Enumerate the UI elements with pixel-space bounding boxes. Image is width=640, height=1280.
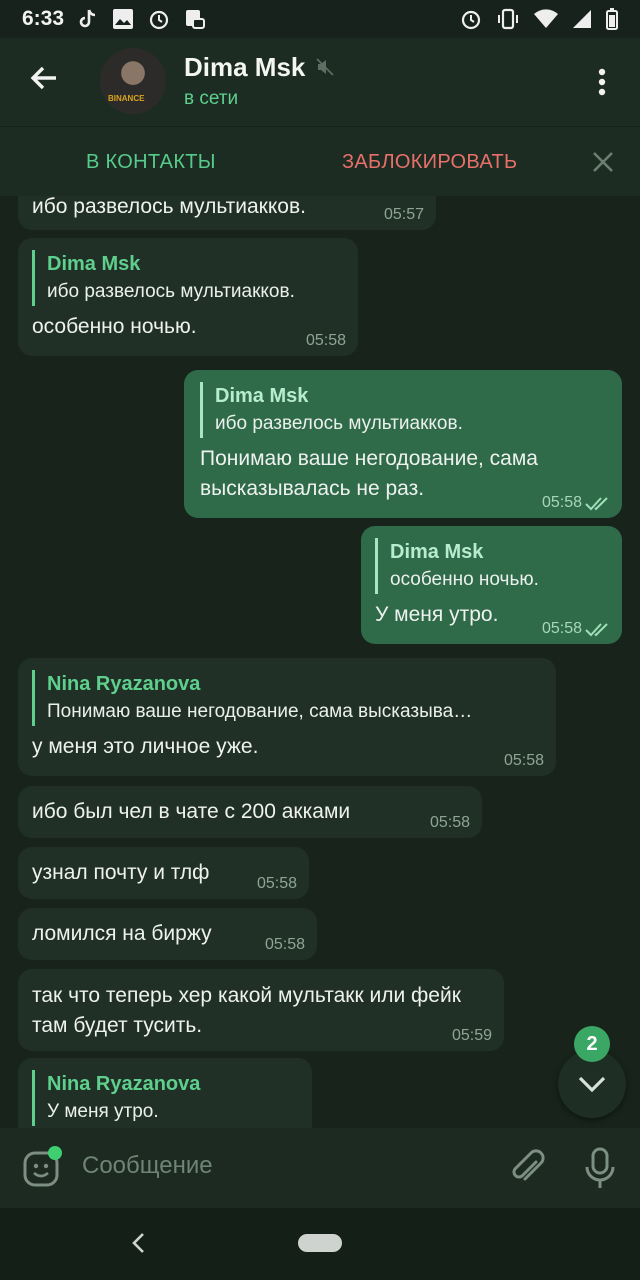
status-time: 6:33 [22, 7, 65, 30]
message-text: ибо был чел в чате с 200 акками [32, 800, 351, 823]
double-check-icon [585, 497, 608, 511]
message-text: узнал почту и тлф [32, 861, 210, 884]
message-outgoing[interactable]: Dima Msk особенно ночью. У меня утро. 05… [361, 526, 622, 644]
reply-text: Понимаю ваше негодование, сама высказыва… [47, 701, 473, 722]
reply-author: Nina Ryazanova [47, 673, 201, 695]
message-incoming[interactable]: Nina Ryazanova Понимаю ваше негодование,… [18, 658, 556, 776]
message-incoming[interactable]: Nina Ryazanova У меня утро. [18, 1058, 312, 1128]
message-time: 05:58 [264, 936, 305, 953]
message-incoming[interactable]: узнал почту и тлф 05:58 [18, 847, 309, 899]
reply-text: особенно ночью. [390, 569, 539, 590]
paperclip-icon[interactable] [508, 1148, 548, 1188]
muted-speaker-icon [316, 58, 334, 76]
reply-quote[interactable]: Nina Ryazanova У меня утро. [32, 1070, 298, 1126]
double-check-icon [585, 623, 608, 637]
message-time: 05:59 [451, 1027, 492, 1044]
message-time: 05:57 [383, 206, 424, 223]
close-icon[interactable] [590, 149, 616, 175]
alarm-icon [149, 10, 169, 30]
chat-header: BINANCE Dima Msk в сети [0, 38, 640, 126]
reply-text: ибо развелось мультиакков. [47, 281, 295, 302]
message-text: так что теперь хер какой мультакк или фе… [32, 984, 461, 1037]
system-nav-bar [0, 1208, 640, 1280]
reply-quote[interactable]: Dima Msk ибо развелось мультиакков. [200, 382, 606, 438]
message-text: у меня это личное уже. [32, 735, 259, 758]
message-text: особенно ночью. [32, 315, 197, 338]
message-incoming[interactable]: Dima Msk ибо развелось мультиакков. особ… [18, 238, 358, 356]
message-input[interactable]: Сообщение [82, 1152, 213, 1180]
nav-home-pill[interactable] [298, 1234, 342, 1252]
avatar-logo: BINANCE [108, 94, 145, 103]
unread-badge: 2 [574, 1026, 610, 1062]
reply-text: У меня утро. [47, 1101, 159, 1122]
arrow-left-icon[interactable] [26, 60, 62, 96]
notification-stack-icon [186, 10, 206, 29]
message-incoming[interactable]: ибо развелось мультиакков. 05:57 [18, 196, 436, 230]
more-vert-icon[interactable] [590, 66, 614, 98]
tiktok-icon [79, 9, 96, 28]
message-text: Понимаю ваше негодование, сама высказыва… [200, 447, 538, 500]
chat-title[interactable]: Dima Msk [184, 52, 305, 83]
message-text: ломился на биржу [32, 922, 212, 945]
status-bar: 6:33 [0, 0, 640, 38]
add-contact-button[interactable]: В КОНТАКТЫ [86, 151, 216, 174]
message-input-bar: Сообщение [0, 1128, 640, 1208]
message-outgoing[interactable]: Dima Msk ибо развелось мультиакков. Пони… [184, 370, 622, 518]
new-contact-action-bar: В КОНТАКТЫ ЗАБЛОКИРОВАТЬ [0, 126, 640, 197]
message-incoming[interactable]: так что теперь хер какой мультакк или фе… [18, 969, 504, 1051]
reply-text: ибо развелось мультиакков. [215, 413, 463, 434]
online-status: в сети [184, 88, 239, 109]
vibrate-icon [498, 8, 518, 30]
reply-author: Dima Msk [47, 253, 141, 275]
alarm-icon [461, 10, 481, 30]
block-user-button[interactable]: ЗАБЛОКИРОВАТЬ [342, 151, 517, 174]
reply-author: Nina Ryazanova [47, 1073, 201, 1095]
message-time: 05:58 [541, 620, 582, 637]
message-list[interactable]: ибо развелось мультиакков. 05:57 Dima Ms… [0, 196, 640, 1128]
nav-back-icon[interactable] [128, 1230, 150, 1256]
wifi-icon [534, 9, 558, 28]
battery-icon [606, 8, 618, 30]
message-time: 05:58 [541, 494, 582, 511]
reply-quote[interactable]: Dima Msk особенно ночью. [375, 538, 608, 594]
reply-author: Dima Msk [390, 541, 484, 563]
message-time: 05:58 [429, 814, 470, 831]
new-stickers-dot [48, 1146, 62, 1160]
reply-quote[interactable]: Dima Msk ибо развелось мультиакков. [32, 250, 344, 306]
message-incoming[interactable]: ибо был чел в чате с 200 акками 05:58 [18, 786, 482, 838]
reply-author: Dima Msk [215, 385, 309, 407]
message-text: ибо развелось мультиакков. [32, 196, 306, 218]
gallery-icon [113, 9, 134, 29]
reply-quote[interactable]: Nina Ryazanova Понимаю ваше негодование,… [32, 670, 542, 726]
microphone-icon[interactable] [584, 1146, 616, 1190]
message-time: 05:58 [256, 875, 297, 892]
avatar[interactable]: BINANCE [100, 48, 166, 114]
cell-signal-icon [573, 10, 591, 28]
message-time: 05:58 [503, 752, 544, 769]
message-incoming[interactable]: ломился на биржу 05:58 [18, 908, 317, 960]
message-time: 05:58 [305, 332, 346, 349]
